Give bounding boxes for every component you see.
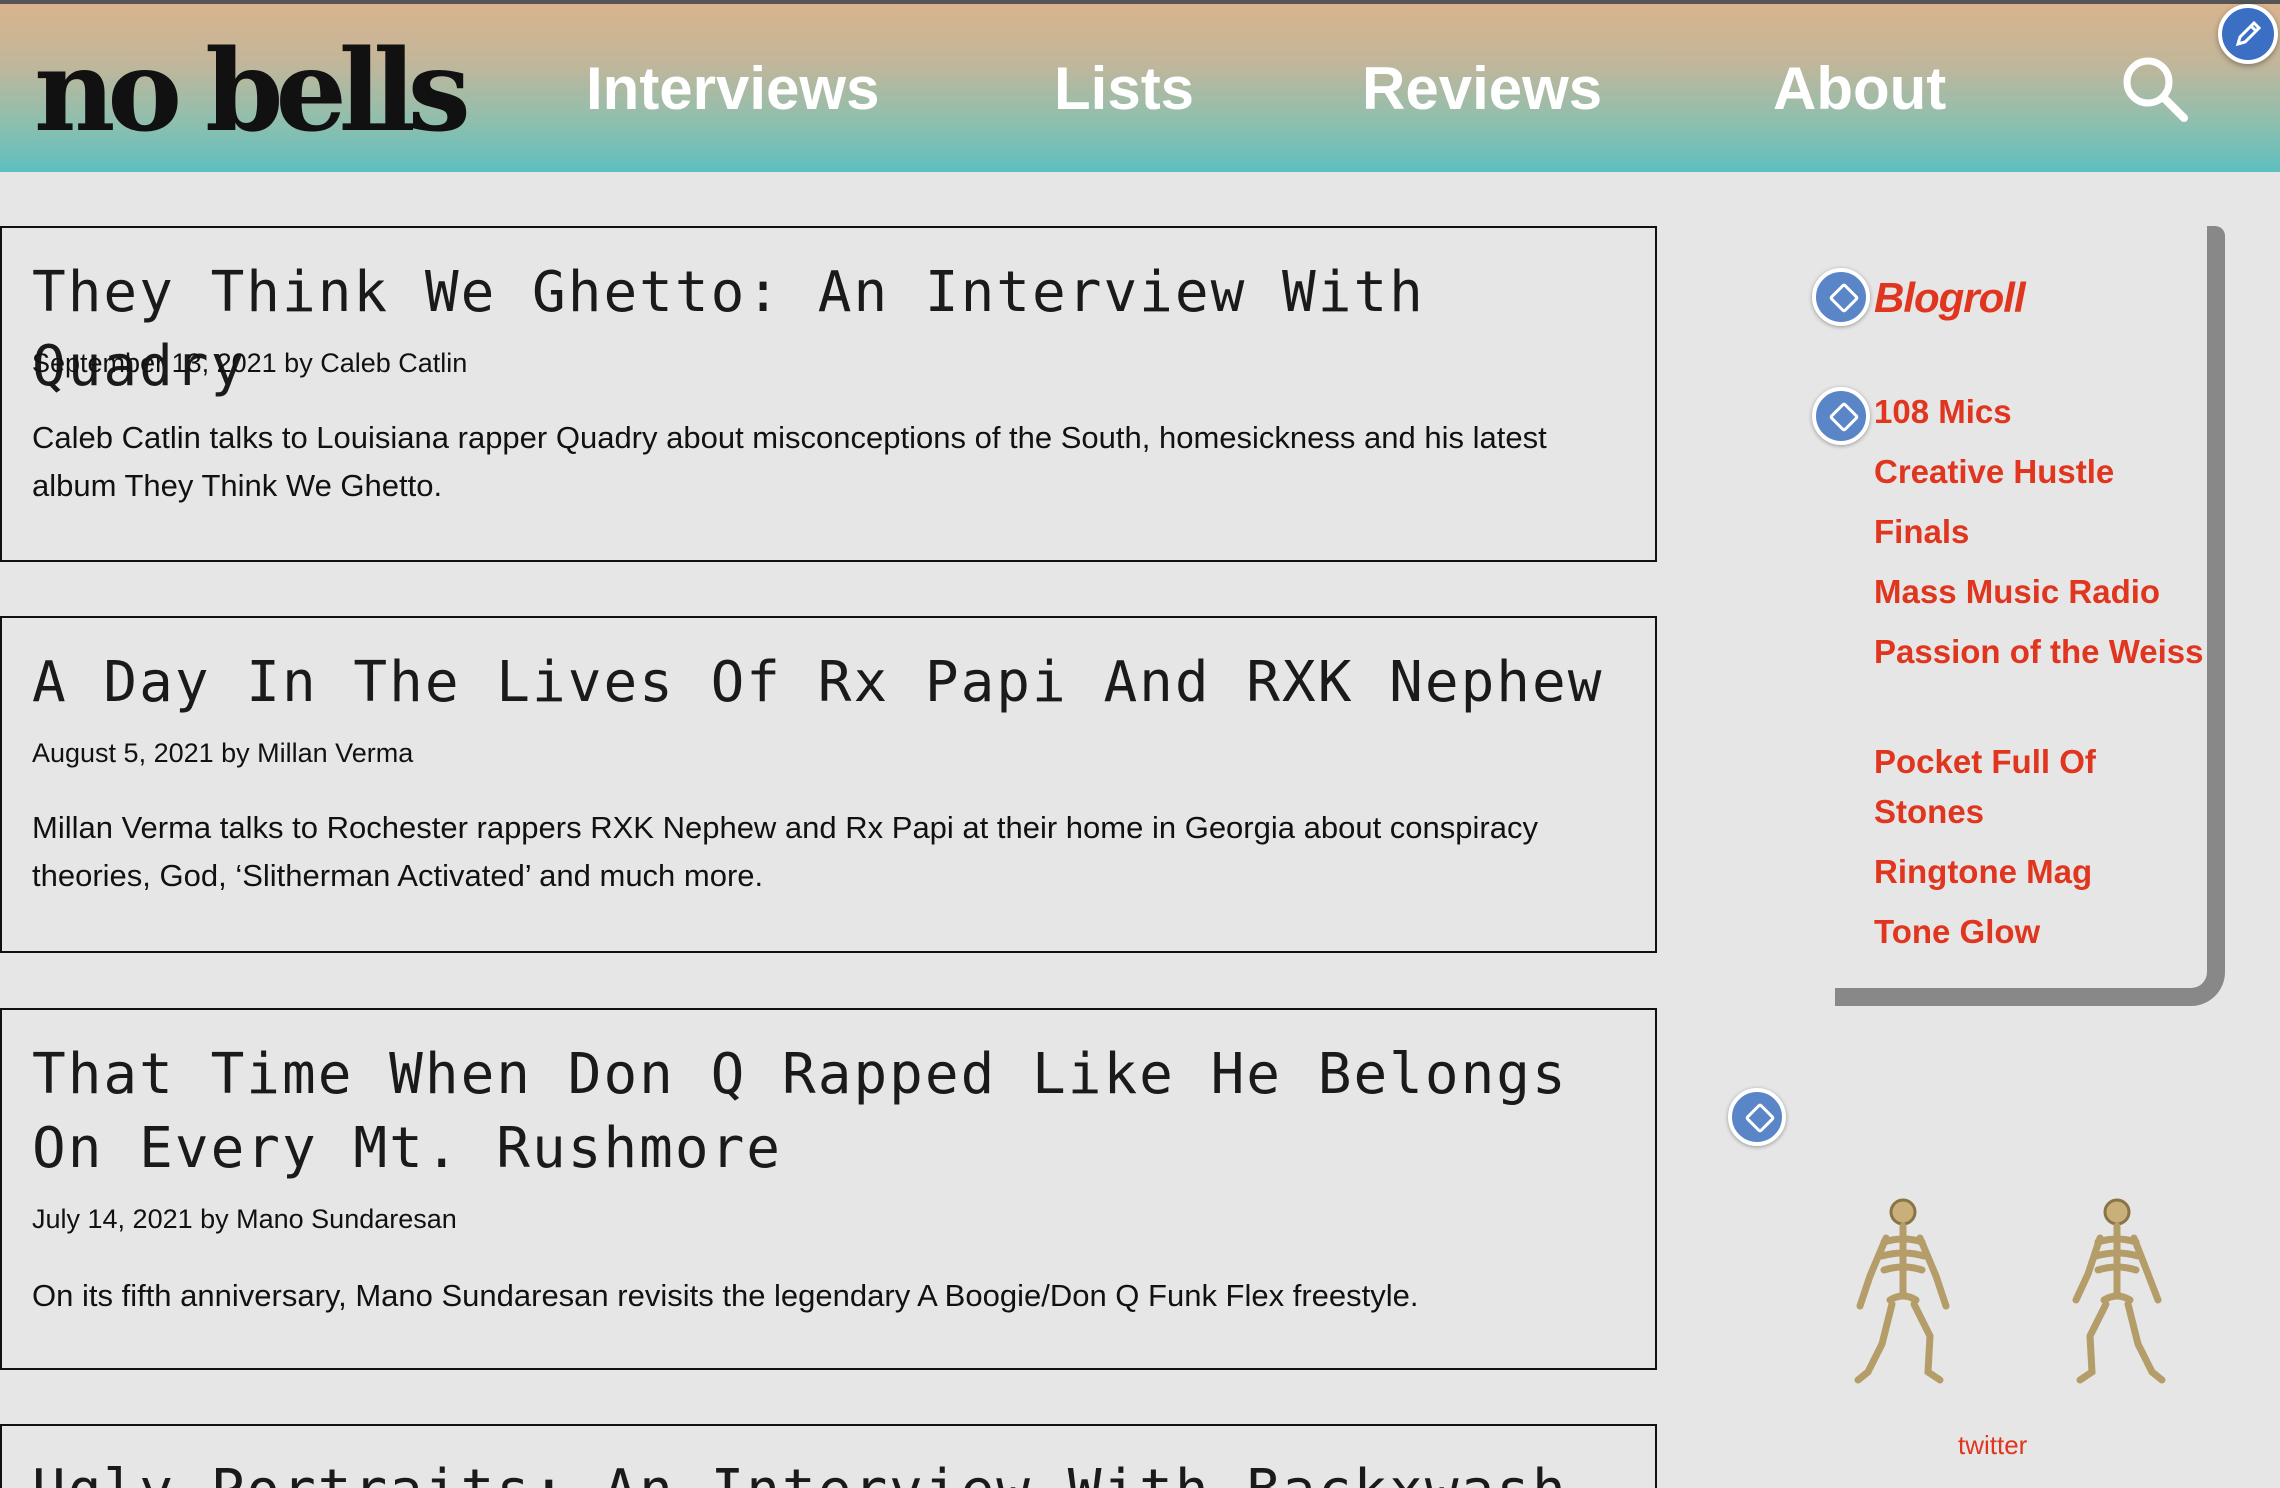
article-excerpt: On its fifth anniversary, Mano Sundaresa…	[32, 1278, 1419, 1313]
article-meta: July 14, 2021 by Mano Sundaresan	[32, 1204, 457, 1234]
nav-reviews[interactable]: Reviews	[1362, 54, 1602, 123]
article-card: That Time When Don Q Rapped Like He Belo…	[0, 1008, 1657, 1370]
site-logo[interactable]: no bells	[34, 22, 471, 162]
blogroll-title: Blogroll	[1874, 274, 2026, 321]
nav-about[interactable]: About	[1773, 54, 1946, 123]
blogroll-link[interactable]: Passion of the Weiss	[1874, 627, 2204, 677]
article-title[interactable]: A Day In The Lives Of Rx Papi And RXK Ne…	[32, 646, 1603, 720]
search-icon[interactable]	[2120, 54, 2190, 124]
pencil-icon[interactable]	[1728, 1088, 1786, 1146]
blogroll-link[interactable]: Finals	[1874, 507, 2204, 557]
article-title[interactable]: They Think We Ghetto: An Interview With …	[32, 256, 1655, 404]
article-card: Ugly Portraits: An Interview With Backxw…	[0, 1424, 1657, 1488]
blogroll-link[interactable]: 108 Mics	[1874, 387, 2204, 437]
skeleton-gif	[1854, 1198, 1950, 1384]
blogroll-link[interactable]: Tone Glow	[1874, 907, 2204, 957]
article-meta: August 5, 2021 by Millan Verma	[32, 738, 414, 768]
pencil-icon[interactable]	[1812, 387, 1870, 445]
article-title[interactable]: Ugly Portraits: An Interview With Backxw…	[32, 1454, 1568, 1488]
blogroll-link[interactable]: Mass Music Radio	[1874, 567, 2204, 617]
nav-interviews[interactable]: Interviews	[586, 54, 879, 123]
article-meta: September 13, 2021 by Caleb Catlin	[32, 348, 468, 378]
twitter-link[interactable]: twitter	[1958, 1430, 2027, 1461]
article-excerpt: Millan Verma talks to Rochester rappers …	[32, 810, 1538, 893]
blogroll-link[interactable]: Pocket Full Of Stones	[1874, 737, 2204, 837]
nav-lists[interactable]: Lists	[1054, 54, 1194, 123]
article-excerpt: Caleb Catlin talks to Louisiana rapper Q…	[32, 420, 1547, 503]
article-card: They Think We Ghetto: An Interview With …	[0, 226, 1657, 562]
pencil-icon[interactable]	[2218, 4, 2278, 64]
site-header: no bells Interviews Lists Reviews About	[0, 0, 2280, 172]
blogroll-link[interactable]: Ringtone Mag	[1874, 847, 2204, 897]
pencil-icon[interactable]	[1812, 268, 1870, 326]
skeleton-gif	[2072, 1198, 2166, 1384]
article-title[interactable]: That Time When Don Q Rapped Like He Belo…	[32, 1038, 1592, 1186]
blogroll-link[interactable]: Creative Hustle	[1874, 447, 2204, 497]
article-card: A Day In The Lives Of Rx Papi And RXK Ne…	[0, 616, 1657, 953]
